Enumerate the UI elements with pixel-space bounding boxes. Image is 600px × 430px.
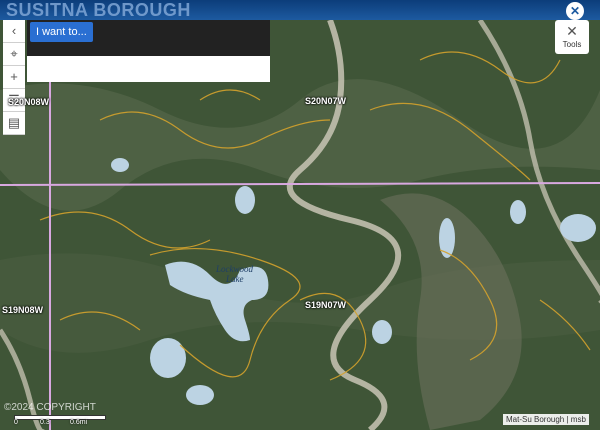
map-attribution[interactable]: Mat-Su Borough | msb	[503, 414, 589, 425]
map-toolbar: ‹ ⌖ + ☰ ▤	[3, 20, 25, 135]
scale-tick: 0.3	[40, 419, 50, 426]
search-panel: I want to...	[27, 20, 270, 82]
section-label: S20N07W	[305, 96, 347, 106]
brand-title: SUSITNA BOROUGH	[6, 0, 191, 20]
close-icon[interactable]: ✕	[566, 2, 584, 20]
lake	[439, 218, 455, 258]
watermark: ©2024 COPYRIGHT	[4, 402, 96, 413]
tools-label: Tools	[562, 40, 582, 49]
lake	[150, 338, 186, 378]
i-want-to-button[interactable]: I want to...	[30, 22, 93, 42]
map-screen: SUSITNA BOROUGH ✕ I want to... ‹ ⌖ + ☰ ▤…	[0, 0, 600, 430]
header-bar: SUSITNA BOROUGH ✕	[0, 0, 600, 20]
lake	[111, 158, 129, 172]
tools-icon: ✕	[566, 23, 578, 39]
book-icon[interactable]: ▤	[3, 112, 25, 135]
tools-button[interactable]: ✕ Tools	[555, 20, 589, 54]
scale-tick: 0.6mi	[70, 419, 88, 426]
scale-line	[14, 415, 106, 420]
search-panel-header: I want to...	[27, 20, 270, 56]
plus-icon[interactable]: +	[3, 66, 25, 89]
chevron-left-icon[interactable]: ‹	[3, 20, 25, 43]
lake	[186, 385, 214, 405]
section-label: S19N08W	[2, 305, 44, 315]
section-label: S20N08W	[8, 97, 50, 107]
scale-tick: 0	[14, 419, 18, 426]
section-label: S19N07W	[305, 300, 347, 310]
crosshair-icon[interactable]: ⌖	[3, 43, 25, 66]
lake	[510, 200, 526, 224]
lake	[235, 186, 255, 214]
lake-label-line1: Lockwood	[216, 264, 253, 274]
lake-label-line2: Lake	[226, 274, 244, 284]
lake	[560, 214, 596, 242]
lake	[372, 320, 392, 344]
